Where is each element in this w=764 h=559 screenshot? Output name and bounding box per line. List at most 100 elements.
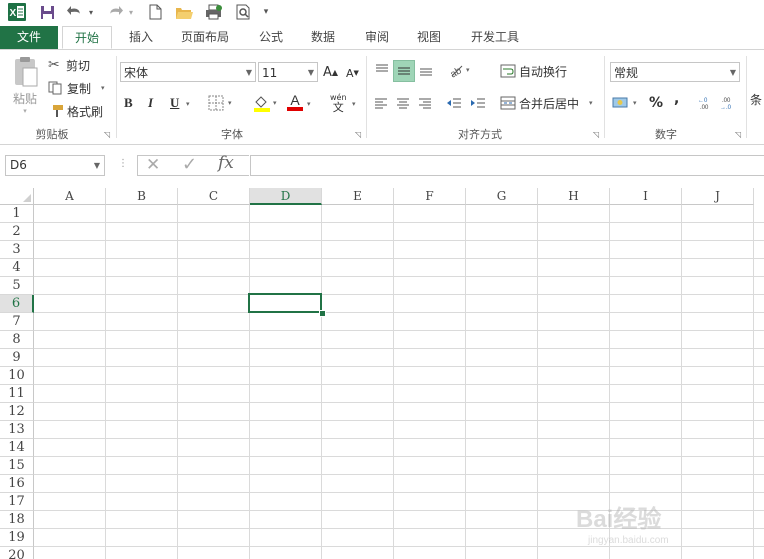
column-header-d[interactable]: D bbox=[250, 188, 322, 205]
row-header-12[interactable]: 12 bbox=[0, 403, 34, 421]
undo-icon[interactable] bbox=[66, 3, 84, 21]
conditional-format-partial[interactable]: 条 bbox=[750, 90, 762, 108]
column-header-i[interactable]: I bbox=[610, 188, 682, 205]
row-header-7[interactable]: 7 bbox=[0, 313, 34, 331]
merge-center-icon bbox=[500, 96, 516, 110]
name-box[interactable]: D6 ▼ bbox=[5, 155, 105, 176]
font-launcher-icon[interactable]: ◹ bbox=[355, 130, 361, 139]
column-header-h[interactable]: H bbox=[538, 188, 610, 205]
new-document-icon[interactable] bbox=[146, 3, 164, 21]
align-bottom-button[interactable] bbox=[416, 60, 436, 80]
insert-function-icon[interactable]: fx bbox=[218, 153, 234, 173]
percent-button[interactable]: % bbox=[649, 94, 663, 112]
number-format-select[interactable]: 常规 ▼ bbox=[610, 62, 740, 82]
align-right-button[interactable] bbox=[418, 95, 434, 111]
row-header-19[interactable]: 19 bbox=[0, 529, 34, 547]
orientation-button[interactable]: ab ▾ bbox=[448, 60, 469, 80]
alignment-launcher-icon[interactable]: ◹ bbox=[593, 130, 599, 139]
select-all-button[interactable] bbox=[0, 188, 34, 205]
paste-button[interactable]: 粘贴 ▾ bbox=[8, 56, 42, 118]
save-icon[interactable] bbox=[38, 3, 56, 21]
copy-button[interactable]: 复制 ▾ bbox=[48, 79, 105, 97]
row-header-8[interactable]: 8 bbox=[0, 331, 34, 349]
redo-dropdown-icon[interactable]: ▾ bbox=[126, 3, 136, 21]
tab-review[interactable]: 审阅 bbox=[354, 26, 400, 49]
row-header-14[interactable]: 14 bbox=[0, 439, 34, 457]
active-cell-d6[interactable] bbox=[248, 293, 322, 313]
number-group-label: 数字 bbox=[655, 128, 677, 141]
formula-input[interactable] bbox=[250, 155, 764, 176]
format-painter-button[interactable]: 格式刷 bbox=[48, 102, 103, 120]
align-top-button[interactable] bbox=[372, 60, 392, 80]
confirm-edit-icon[interactable]: ✓ bbox=[182, 154, 197, 175]
tab-formulas[interactable]: 公式 bbox=[248, 26, 294, 49]
decrease-decimal-button[interactable]: .00 →.0 bbox=[720, 94, 738, 112]
comma-style-button[interactable]: , bbox=[674, 90, 679, 108]
fill-handle[interactable] bbox=[319, 310, 326, 317]
customize-qat-icon[interactable]: ▾ bbox=[260, 3, 272, 21]
tab-home[interactable]: 开始 bbox=[62, 26, 112, 49]
row-header-9[interactable]: 9 bbox=[0, 349, 34, 367]
tab-data[interactable]: 数据 bbox=[300, 26, 346, 49]
align-middle-button[interactable] bbox=[393, 60, 415, 82]
font-name-select[interactable]: 宋体 ▼ bbox=[120, 62, 256, 82]
font-color-button[interactable]: A bbox=[287, 93, 303, 113]
shrink-font-button[interactable]: A ▼ bbox=[346, 64, 359, 82]
increase-indent-button[interactable] bbox=[470, 95, 488, 111]
undo-dropdown-icon[interactable]: ▾ bbox=[86, 3, 96, 21]
column-header-e[interactable]: E bbox=[322, 188, 394, 205]
fill-color-button[interactable]: ▾ bbox=[253, 93, 277, 113]
quick-print-icon[interactable] bbox=[204, 3, 224, 21]
font-color-dropdown-icon[interactable]: ▾ bbox=[307, 95, 311, 113]
row-header-10[interactable]: 10 bbox=[0, 367, 34, 385]
phonetic-guide-button[interactable]: wén 文 bbox=[330, 93, 347, 115]
row-header-11[interactable]: 11 bbox=[0, 385, 34, 403]
print-preview-icon[interactable] bbox=[234, 3, 254, 21]
column-header-a[interactable]: A bbox=[34, 188, 106, 205]
merge-center-button[interactable]: 合并后居中 ▾ bbox=[500, 94, 593, 112]
column-header-j[interactable]: J bbox=[682, 188, 754, 205]
redo-icon[interactable] bbox=[106, 3, 124, 21]
number-launcher-icon[interactable]: ◹ bbox=[735, 130, 741, 139]
bold-button[interactable]: B bbox=[124, 94, 133, 112]
accounting-format-button[interactable]: ▾ bbox=[612, 94, 637, 112]
borders-button[interactable]: ▾ bbox=[208, 94, 232, 112]
row-header-15[interactable]: 15 bbox=[0, 457, 34, 475]
row-header-1[interactable]: 1 bbox=[0, 205, 34, 223]
decrease-indent-button[interactable] bbox=[446, 95, 464, 111]
align-center-button[interactable] bbox=[396, 95, 412, 111]
open-folder-icon[interactable] bbox=[174, 3, 194, 21]
cancel-edit-icon[interactable]: ✕ bbox=[146, 155, 160, 175]
cut-button[interactable]: ✂ 剪切 bbox=[48, 56, 90, 74]
column-header-g[interactable]: G bbox=[466, 188, 538, 205]
row-header-17[interactable]: 17 bbox=[0, 493, 34, 511]
row-header-13[interactable]: 13 bbox=[0, 421, 34, 439]
tab-view[interactable]: 视图 bbox=[406, 26, 452, 49]
row-header-3[interactable]: 3 bbox=[0, 241, 34, 259]
row-header-6[interactable]: 6 bbox=[0, 295, 34, 313]
increase-decimal-button[interactable]: ←0.00 bbox=[698, 94, 716, 112]
tab-page-layout[interactable]: 页面布局 bbox=[172, 26, 238, 49]
row-header-20[interactable]: 20 bbox=[0, 547, 34, 559]
grow-font-button[interactable]: A ▲ bbox=[323, 62, 338, 82]
tab-developer[interactable]: 开发工具 bbox=[462, 26, 528, 49]
phonetic-dropdown-icon[interactable]: ▾ bbox=[352, 95, 356, 113]
row-header-18[interactable]: 18 bbox=[0, 511, 34, 529]
italic-button[interactable]: I bbox=[148, 94, 153, 112]
column-header-b[interactable]: B bbox=[106, 188, 178, 205]
tab-file[interactable]: 文件 bbox=[0, 26, 58, 49]
column-header-c[interactable]: C bbox=[178, 188, 250, 205]
row-header-2[interactable]: 2 bbox=[0, 223, 34, 241]
row-header-16[interactable]: 16 bbox=[0, 475, 34, 493]
tab-insert[interactable]: 插入 bbox=[118, 26, 164, 49]
align-left-button[interactable] bbox=[374, 95, 390, 111]
underline-button[interactable]: U bbox=[170, 94, 179, 112]
underline-dropdown-icon[interactable]: ▾ bbox=[186, 95, 190, 113]
gridline-horizontal bbox=[34, 366, 764, 367]
font-size-select[interactable]: 11 ▼ bbox=[258, 62, 318, 82]
column-header-f[interactable]: F bbox=[394, 188, 466, 205]
row-header-4[interactable]: 4 bbox=[0, 259, 34, 277]
clipboard-launcher-icon[interactable]: ◹ bbox=[104, 130, 110, 139]
wrap-text-button[interactable]: 自动换行 bbox=[500, 62, 567, 80]
row-header-5[interactable]: 5 bbox=[0, 277, 34, 295]
